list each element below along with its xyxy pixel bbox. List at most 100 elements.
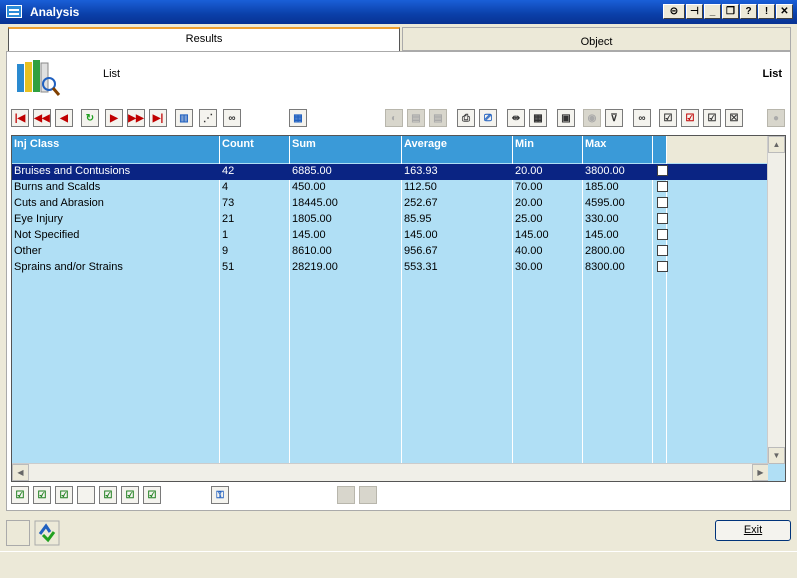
cell-sum[interactable]: 450.00 [290, 181, 326, 193]
uncheck-icon[interactable] [77, 486, 95, 504]
column-header-inj-class[interactable]: Inj Class [12, 136, 220, 163]
cell-max[interactable]: 8300.00 [583, 261, 625, 273]
cell-sum[interactable]: 18445.00 [290, 197, 338, 209]
check-page-icon[interactable]: ☑ [143, 486, 161, 504]
cell-count[interactable]: 1 [220, 229, 228, 241]
next-record-icon[interactable]: ▶ [105, 109, 123, 127]
cell-min[interactable]: 40.00 [513, 245, 543, 257]
cell-count[interactable]: 73 [220, 197, 234, 209]
column-header-max[interactable]: Max [583, 136, 653, 163]
close-button[interactable]: ✕ [776, 4, 793, 19]
row-checkbox[interactable] [657, 245, 668, 256]
next-page-icon[interactable]: ▶▶ [127, 109, 145, 127]
pin-button[interactable]: ⊣ [686, 4, 703, 19]
cell-sum[interactable]: 28219.00 [290, 261, 338, 273]
vertical-scrollbar[interactable]: ▲ ▼ [767, 136, 785, 464]
disabled-doc-icon[interactable] [337, 486, 355, 504]
cell-inj-class[interactable]: Eye Injury [12, 213, 63, 225]
binoculars-icon[interactable]: ∞ [633, 109, 651, 127]
cell-sum[interactable]: 1805.00 [290, 213, 332, 225]
table-row[interactable]: Bruises and Contusions 42 6885.00 163.93 20.… [12, 164, 769, 180]
cell-sum[interactable]: 145.00 [290, 229, 326, 241]
column-header-count[interactable]: Count [220, 136, 290, 163]
cell-count[interactable]: 21 [220, 213, 234, 225]
table-row[interactable]: Not Specified 1 145.00 145.00 145.00 145.00 [12, 228, 769, 244]
row-checkbox[interactable] [657, 197, 668, 208]
check-copy-icon[interactable]: ☑ [121, 486, 139, 504]
horizontal-scrollbar[interactable]: ◀ ▶ [12, 463, 769, 481]
table-row[interactable]: Burns and Scalds 4 450.00 112.50 70.00 185.00 [12, 180, 769, 196]
column-header-sum[interactable]: Sum [290, 136, 402, 163]
cell-inj-class[interactable]: Burns and Scalds [12, 181, 100, 193]
recycle-icon[interactable] [34, 520, 60, 546]
table-icon[interactable]: ▦ [529, 109, 547, 127]
cell-average[interactable]: 956.67 [402, 245, 438, 257]
select-down-icon[interactable]: ☑ [33, 486, 51, 504]
cell-min[interactable]: 25.00 [513, 213, 543, 225]
last-record-icon[interactable]: ▶| [149, 109, 167, 127]
row-checkbox[interactable] [657, 165, 668, 176]
cell-max[interactable]: 185.00 [583, 181, 619, 193]
check-filter-icon[interactable]: ☑ [703, 109, 721, 127]
scroll-down-icon[interactable]: ▼ [768, 447, 785, 464]
cell-inj-class[interactable]: Sprains and/or Strains [12, 261, 123, 273]
row-checkbox[interactable] [657, 213, 668, 224]
cell-min[interactable]: 30.00 [513, 261, 543, 273]
scroll-up-icon[interactable]: ▲ [768, 136, 785, 153]
copy-icon[interactable]: ▤ [407, 109, 425, 127]
paste-icon[interactable]: ▤ [429, 109, 447, 127]
cell-max[interactable]: 145.00 [583, 229, 619, 241]
chart-icon[interactable]: ▥ [175, 109, 193, 127]
table-row[interactable]: Sprains and/or Strains 51 28219.00 553.31 30… [12, 260, 769, 276]
table-row[interactable]: Other 9 8610.00 956.67 40.00 2800.00 [12, 244, 769, 260]
cell-max[interactable]: 330.00 [583, 213, 619, 225]
cell-average[interactable]: 85.95 [402, 213, 432, 225]
cell-inj-class[interactable]: Cuts and Abrasion [12, 197, 104, 209]
cell-count[interactable]: 9 [220, 245, 228, 257]
minimize-button[interactable]: _ [704, 4, 721, 19]
cell-max[interactable]: 4595.00 [583, 197, 625, 209]
restore-button[interactable]: ❐ [722, 4, 739, 19]
select-all-icon[interactable]: ☑ [11, 486, 29, 504]
spreadsheet-icon[interactable]: ▦ [289, 109, 307, 127]
check-filter-icon[interactable]: ☑ [99, 486, 117, 504]
disabled-edit-icon[interactable] [359, 486, 377, 504]
scroll-left-icon[interactable]: ◀ [12, 464, 29, 481]
table-row[interactable]: Cuts and Abrasion 73 18445.00 252.67 20.00 45… [12, 196, 769, 212]
columns-icon[interactable]: ⇹ [507, 109, 525, 127]
prev-page-icon[interactable]: ◀◀ [33, 109, 51, 127]
cell-average[interactable]: 163.93 [402, 165, 438, 177]
prev-record-icon[interactable]: ◀ [55, 109, 73, 127]
table-row[interactable]: Eye Injury 21 1805.00 85.95 25.00 330.00 [12, 212, 769, 228]
first-record-icon[interactable]: |◀ [11, 109, 29, 127]
cell-sum[interactable]: 8610.00 [290, 245, 332, 257]
wand-icon[interactable]: ⋰ [199, 109, 217, 127]
print-preview-icon[interactable]: ⎚ [479, 109, 497, 127]
lightbulb-icon[interactable]: ◐ [385, 109, 403, 127]
link-icon[interactable]: ∞ [223, 109, 241, 127]
row-checkbox[interactable] [657, 229, 668, 240]
link-window-button[interactable]: ⊝ [663, 4, 685, 19]
check-icon[interactable]: ☑ [55, 486, 73, 504]
cell-average[interactable]: 145.00 [402, 229, 438, 241]
check-delete-icon[interactable]: ☒ [725, 109, 743, 127]
cell-min[interactable]: 145.00 [513, 229, 549, 241]
settings-icon[interactable]: ● [767, 109, 785, 127]
filter-icon[interactable]: ◉ [583, 109, 601, 127]
row-checkbox[interactable] [657, 261, 668, 272]
cell-max[interactable]: 2800.00 [583, 245, 625, 257]
cell-min[interactable]: 20.00 [513, 165, 543, 177]
scroll-right-icon[interactable]: ▶ [752, 464, 769, 481]
cell-inj-class[interactable]: Bruises and Contusions [12, 165, 130, 177]
cell-average[interactable]: 553.31 [402, 261, 438, 273]
cell-average[interactable]: 252.67 [402, 197, 438, 209]
help-button[interactable]: ? [740, 4, 757, 19]
key-icon[interactable]: ⚿ [211, 486, 229, 504]
alert-button[interactable]: ! [758, 4, 775, 19]
cell-count[interactable]: 4 [220, 181, 228, 193]
column-header-average[interactable]: Average [402, 136, 513, 163]
tab-results[interactable]: Results [8, 27, 400, 51]
exit-button[interactable]: Exit [715, 520, 791, 541]
cell-inj-class[interactable]: Not Specified [12, 229, 79, 241]
check-edit-icon[interactable]: ☑ [659, 109, 677, 127]
